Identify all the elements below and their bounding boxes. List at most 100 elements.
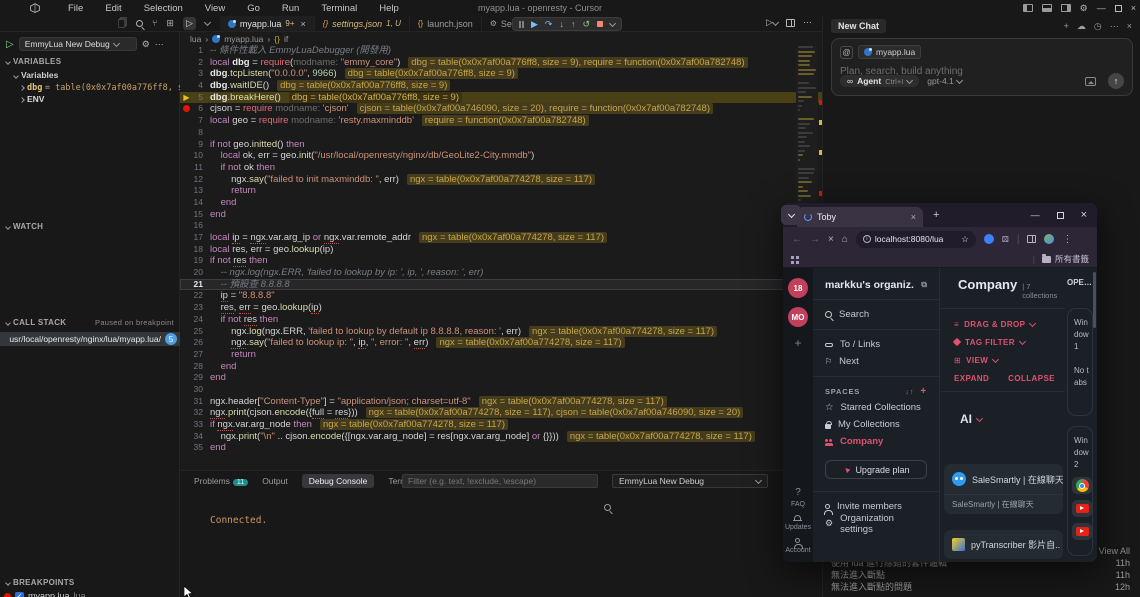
start-debug-icon[interactable]: ▷ (6, 39, 14, 50)
step-out-icon[interactable]: ↑ (571, 20, 576, 29)
console-filter-input[interactable] (402, 474, 598, 488)
chevron-down-icon[interactable] (609, 19, 616, 26)
extension-pin-icon[interactable] (984, 234, 994, 244)
search-icon[interactable] (604, 504, 611, 511)
code-line[interactable]: 2local dbg = require(modname: "emmy_core… (180, 57, 822, 69)
files-icon[interactable]: 🗍 (118, 19, 127, 28)
window-maximize-button[interactable] (1057, 212, 1064, 219)
card-salesmartly[interactable]: SaleSmartly | 在線聊天 SaleSmartly | 在線聊天 (944, 464, 1063, 514)
callstack-frame[interactable]: /usr/local/openresty/nginx/lua/myapp.lua… (0, 332, 180, 346)
code-line[interactable]: 9if not geo.initted() then (180, 139, 822, 151)
breadcrumb[interactable]: lua› myapp.lua› {} if (180, 32, 822, 45)
faq-icon[interactable]: ? (795, 487, 801, 498)
code-line[interactable]: 29end (180, 372, 822, 384)
menu-selection[interactable]: Selection (144, 3, 183, 14)
back-icon[interactable]: ← (792, 234, 802, 245)
run-debug-icon[interactable]: ▷ (183, 17, 196, 30)
code-line[interactable]: 22 ip = "8.8.8.8" (180, 290, 822, 302)
code-line[interactable]: 32ngx.print(cjson.encode({full = res}))n… (180, 407, 822, 419)
new-tab-icon[interactable]: + (933, 209, 939, 221)
chat-input-card[interactable]: @ myapp.lua Plan, search, build anything… (831, 38, 1133, 96)
stop-icon[interactable]: × (828, 234, 834, 245)
variable-env[interactable]: ENV (20, 94, 44, 104)
tab-launch-json[interactable]: {} launch.json (410, 16, 482, 31)
extensions-puzzle-icon[interactable]: ⚄ (1002, 235, 1009, 244)
source-control-icon[interactable]: ⑂ (152, 19, 157, 28)
tab-settings-json[interactable]: {} settings.json 1, U (315, 16, 410, 31)
menu-file[interactable]: File (68, 3, 83, 14)
menu-go[interactable]: Go (247, 3, 260, 14)
variables-group[interactable]: Variables (14, 70, 58, 80)
code-line[interactable]: 1-- 條件性載入 EmmyLuaDebugger (開發用) (180, 45, 822, 57)
sidebar-item-company[interactable]: Company (813, 433, 939, 450)
view-control[interactable]: ⊞VIEW (940, 351, 1065, 369)
apps-grid-icon[interactable] (791, 256, 794, 259)
browser-menu-icon[interactable]: ⋮ (1062, 234, 1072, 245)
restart-icon[interactable]: ↺ (582, 20, 590, 29)
window-maximize-button[interactable] (1115, 5, 1122, 12)
chevron-down-icon[interactable] (204, 19, 211, 26)
scrollbar[interactable] (1093, 272, 1096, 328)
callstack-section-header[interactable]: CALL STACKPaused on breakpoint (6, 318, 174, 327)
history-icon[interactable]: ◷ (1094, 21, 1102, 32)
cloud-icon[interactable]: ☁ (1077, 21, 1086, 32)
attach-image-icon[interactable] (1085, 77, 1096, 86)
drag-drop-control[interactable]: ≡DRAG & DROP (940, 315, 1065, 333)
sort-icon[interactable]: ↓↑ (905, 387, 914, 396)
debug-config-select[interactable]: EmmyLua New Debug (19, 37, 137, 51)
window-minimize-button[interactable]: — (1097, 3, 1106, 13)
tab-myapp-lua[interactable]: myapp.lua 9+ × (220, 16, 315, 31)
browser-tab-toby[interactable]: Toby × (797, 207, 923, 227)
more-icon[interactable]: ⋯ (155, 39, 164, 50)
tab-close-icon[interactable]: × (911, 212, 916, 222)
faq-label[interactable]: FAQ (791, 501, 805, 508)
new-chat-icon[interactable]: + (1064, 21, 1069, 31)
code-line[interactable]: 8 (180, 127, 822, 139)
menu-terminal[interactable]: Terminal (321, 3, 357, 14)
breakpoints-section-header[interactable]: BREAKPOINTS (6, 578, 75, 587)
run-file-icon[interactable]: ▷ (766, 17, 778, 28)
debug-session-select[interactable]: EmmyLua New Debug (612, 474, 768, 488)
code-line[interactable]: 14 end (180, 197, 822, 209)
split-editor-icon[interactable] (786, 19, 795, 27)
menu-help[interactable]: Help (379, 3, 399, 14)
code-line[interactable]: 34 ngx.print("\n" .. cjson.encode({[ngx.… (180, 431, 822, 443)
bookmark-star-icon[interactable]: ☆ (961, 234, 969, 245)
youtube-tab-tile[interactable] (1072, 500, 1092, 517)
minimap[interactable] (796, 46, 818, 216)
sidebar-item-next[interactable]: ⚐Next (813, 353, 939, 370)
window-close-button[interactable]: × (1131, 3, 1136, 13)
search-icon[interactable] (136, 20, 143, 27)
code-line[interactable]: 28 end (180, 361, 822, 373)
sidebar-item-search[interactable]: Search (813, 306, 939, 323)
code-line[interactable]: 27 return (180, 349, 822, 361)
sidebar-item-starred[interactable]: ☆Starred Collections (813, 399, 939, 416)
breakpoint-dot-icon[interactable] (183, 105, 190, 112)
code-line[interactable]: 30 (180, 384, 822, 396)
close-icon[interactable]: × (1127, 21, 1132, 31)
home-icon[interactable]: ⌂ (842, 234, 848, 245)
agent-mode-select[interactable]: ∞AgentCtrl+I (840, 75, 919, 87)
toggle-secondary-sidebar-icon[interactable] (1061, 4, 1071, 12)
ai-section-header[interactable]: AI (940, 398, 1065, 426)
code-line[interactable]: 11 if not ok then (180, 162, 822, 174)
window-minimize-button[interactable]: — (1031, 210, 1040, 220)
code-line[interactable]: 17local ip = ngx.var.arg_ip or ngx.var.r… (180, 232, 822, 244)
upgrade-plan-button[interactable]: ▲Upgrade plan (825, 460, 927, 479)
tag-filter-control[interactable]: TAG FILTER (940, 333, 1065, 351)
chat-tab[interactable]: New Chat (831, 19, 886, 33)
code-line[interactable]: 15end (180, 209, 822, 221)
more-icon[interactable]: ⋯ (1110, 21, 1119, 32)
sidebar-item-links[interactable]: To / Links (813, 336, 939, 353)
history-item[interactable]: 無法進入斷點11h (831, 569, 1130, 581)
code-line[interactable]: 26 ngx.say("failed to lookup ip: ", ip, … (180, 337, 822, 349)
account-person-icon[interactable] (795, 538, 800, 543)
code-line[interactable]: 20 -- ngx.log(ngx.ERR, 'failed to lookup… (180, 267, 822, 279)
window-close-button[interactable]: × (1081, 209, 1087, 221)
code-line[interactable]: 13 return (180, 185, 822, 197)
org-name[interactable]: markku's organiz...⧉ (813, 276, 939, 293)
code-line[interactable]: 3dbg.tcpListen("0.0.0.0", 9966)dbg = tab… (180, 68, 822, 80)
tab-problems[interactable]: Problems11 (194, 476, 248, 486)
code-line[interactable]: 18local res, err = geo.lookup(ip) (180, 244, 822, 256)
code-line[interactable]: 7local geo = require modname: 'resty.max… (180, 115, 822, 127)
